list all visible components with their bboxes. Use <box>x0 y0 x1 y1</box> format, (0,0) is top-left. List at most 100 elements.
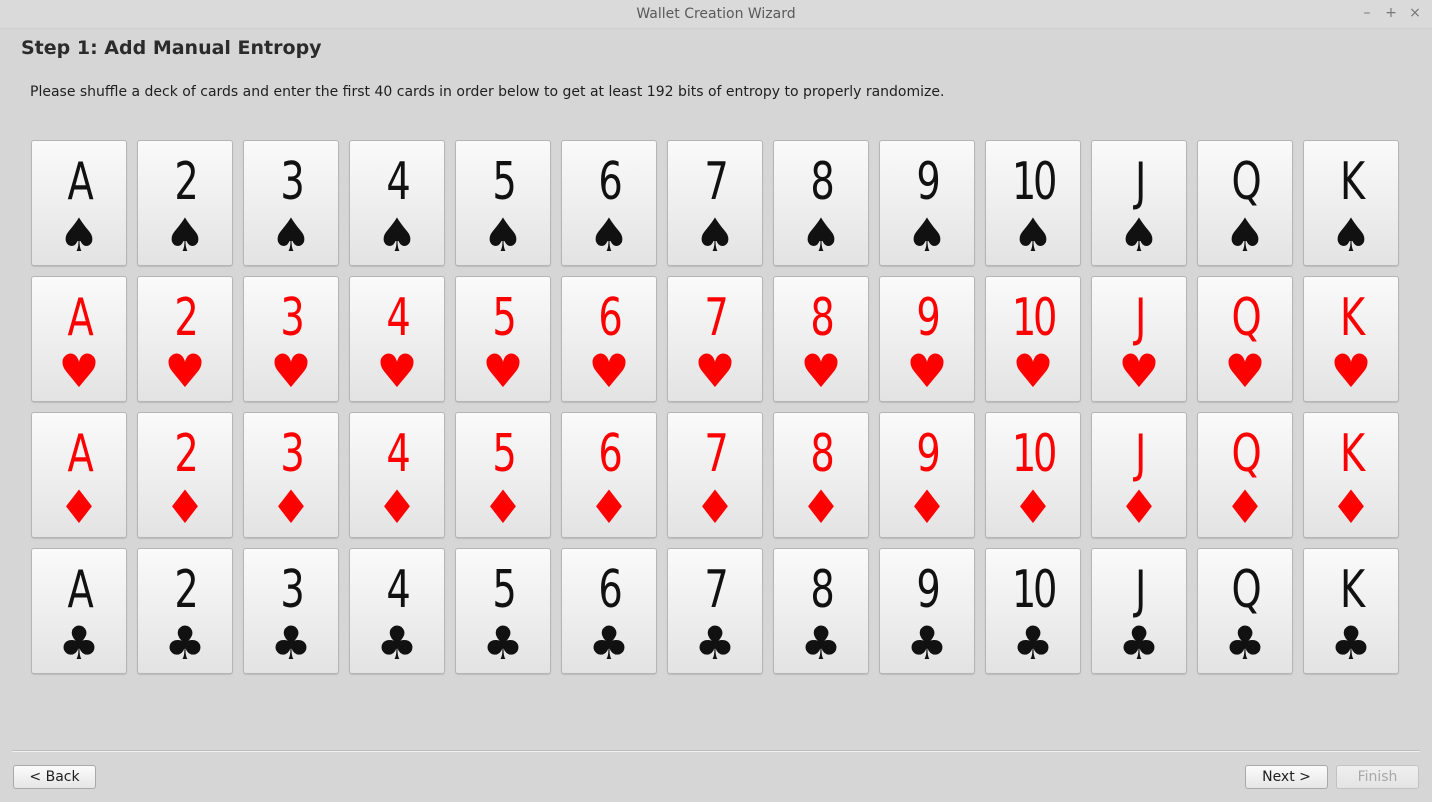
card-2-of-spades[interactable]: 2 ♠ <box>137 140 233 266</box>
card-5-of-diamonds[interactable]: 5 ♦ <box>455 412 551 538</box>
card-a-of-spades[interactable]: A ♠ <box>31 140 127 266</box>
card-rank: Q <box>1231 152 1262 212</box>
card-7-of-diamonds[interactable]: 7 ♦ <box>667 412 763 538</box>
next-button[interactable]: Next > <box>1245 765 1328 789</box>
card-rank: 8 <box>810 288 834 348</box>
card-q-of-hearts[interactable]: Q ♥ <box>1197 276 1293 402</box>
card-9-of-diamonds[interactable]: 9 ♦ <box>879 412 975 538</box>
club-suit-icon: ♣ <box>800 616 842 670</box>
card-2-of-diamonds[interactable]: 2 ♦ <box>137 412 233 538</box>
card-rank: 9 <box>916 288 940 348</box>
card-8-of-hearts[interactable]: 8 ♥ <box>773 276 869 402</box>
maximize-icon[interactable]: + <box>1384 4 1398 22</box>
spade-suit-icon: ♠ <box>1118 208 1160 262</box>
card-3-of-spades[interactable]: 3 ♠ <box>243 140 339 266</box>
card-rank: 6 <box>598 424 622 484</box>
back-button[interactable]: < Back <box>13 765 96 789</box>
card-k-of-diamonds[interactable]: K ♦ <box>1303 412 1399 538</box>
card-rank: 4 <box>386 152 410 212</box>
card-rank: 5 <box>492 152 516 212</box>
heart-suit-icon: ♥ <box>1224 344 1266 398</box>
card-a-of-clubs[interactable]: A ♣ <box>31 548 127 674</box>
card-7-of-clubs[interactable]: 7 ♣ <box>667 548 763 674</box>
card-a-of-hearts[interactable]: A ♥ <box>31 276 127 402</box>
heart-suit-icon: ♥ <box>58 344 100 398</box>
minimize-icon[interactable]: – <box>1360 4 1374 22</box>
club-suit-icon: ♣ <box>376 616 418 670</box>
club-suit-icon: ♣ <box>482 616 524 670</box>
card-2-of-clubs[interactable]: 2 ♣ <box>137 548 233 674</box>
card-10-of-hearts[interactable]: 10 ♥ <box>985 276 1081 402</box>
card-q-of-clubs[interactable]: Q ♣ <box>1197 548 1293 674</box>
heart-suit-icon: ♥ <box>694 344 736 398</box>
diamond-suit-icon: ♦ <box>58 480 100 534</box>
card-4-of-clubs[interactable]: 4 ♣ <box>349 548 445 674</box>
card-j-of-spades[interactable]: J ♠ <box>1091 140 1187 266</box>
card-rank: 2 <box>174 424 198 484</box>
card-8-of-clubs[interactable]: 8 ♣ <box>773 548 869 674</box>
spade-suit-icon: ♠ <box>1330 208 1372 262</box>
card-10-of-diamonds[interactable]: 10 ♦ <box>985 412 1081 538</box>
card-q-of-diamonds[interactable]: Q ♦ <box>1197 412 1293 538</box>
card-3-of-clubs[interactable]: 3 ♣ <box>243 548 339 674</box>
diamond-suit-icon: ♦ <box>906 480 948 534</box>
card-4-of-diamonds[interactable]: 4 ♦ <box>349 412 445 538</box>
card-2-of-hearts[interactable]: 2 ♥ <box>137 276 233 402</box>
spade-suit-icon: ♠ <box>270 208 312 262</box>
card-rank: Q <box>1231 288 1262 348</box>
card-j-of-hearts[interactable]: J ♥ <box>1091 276 1187 402</box>
card-j-of-clubs[interactable]: J ♣ <box>1091 548 1187 674</box>
spade-suit-icon: ♠ <box>58 208 100 262</box>
card-4-of-spades[interactable]: 4 ♠ <box>349 140 445 266</box>
card-rank: 3 <box>280 560 304 620</box>
card-8-of-spades[interactable]: 8 ♠ <box>773 140 869 266</box>
card-9-of-hearts[interactable]: 9 ♥ <box>879 276 975 402</box>
card-rank: 5 <box>492 560 516 620</box>
card-q-of-spades[interactable]: Q ♠ <box>1197 140 1293 266</box>
spade-suit-icon: ♠ <box>906 208 948 262</box>
card-rank: 7 <box>704 288 728 348</box>
window-controls: – + × <box>1360 4 1422 22</box>
card-6-of-spades[interactable]: 6 ♠ <box>561 140 657 266</box>
card-6-of-hearts[interactable]: 6 ♥ <box>561 276 657 402</box>
club-suit-icon: ♣ <box>164 616 206 670</box>
spade-suit-icon: ♠ <box>482 208 524 262</box>
card-7-of-hearts[interactable]: 7 ♥ <box>667 276 763 402</box>
card-4-of-hearts[interactable]: 4 ♥ <box>349 276 445 402</box>
card-rank: 8 <box>810 560 834 620</box>
card-10-of-clubs[interactable]: 10 ♣ <box>985 548 1081 674</box>
spade-suit-icon: ♠ <box>376 208 418 262</box>
card-7-of-spades[interactable]: 7 ♠ <box>667 140 763 266</box>
card-rank: K <box>1340 288 1365 348</box>
card-j-of-diamonds[interactable]: J ♦ <box>1091 412 1187 538</box>
diamond-suit-icon: ♦ <box>1118 480 1160 534</box>
club-suit-icon: ♣ <box>1012 616 1054 670</box>
card-rank: 2 <box>174 152 198 212</box>
heart-suit-icon: ♥ <box>270 344 312 398</box>
card-rank: 8 <box>810 152 834 212</box>
finish-button[interactable]: Finish <box>1336 765 1419 789</box>
card-rank: 6 <box>598 560 622 620</box>
card-rank: 4 <box>386 560 410 620</box>
card-8-of-diamonds[interactable]: 8 ♦ <box>773 412 869 538</box>
card-rank: A <box>67 424 94 484</box>
card-9-of-spades[interactable]: 9 ♠ <box>879 140 975 266</box>
card-3-of-diamonds[interactable]: 3 ♦ <box>243 412 339 538</box>
card-k-of-spades[interactable]: K ♠ <box>1303 140 1399 266</box>
card-5-of-clubs[interactable]: 5 ♣ <box>455 548 551 674</box>
card-rank: 10 <box>1011 288 1058 348</box>
card-9-of-clubs[interactable]: 9 ♣ <box>879 548 975 674</box>
card-10-of-spades[interactable]: 10 ♠ <box>985 140 1081 266</box>
card-3-of-hearts[interactable]: 3 ♥ <box>243 276 339 402</box>
card-6-of-diamonds[interactable]: 6 ♦ <box>561 412 657 538</box>
card-k-of-clubs[interactable]: K ♣ <box>1303 548 1399 674</box>
heart-suit-icon: ♥ <box>906 344 948 398</box>
card-rank: J <box>1134 560 1146 620</box>
card-5-of-spades[interactable]: 5 ♠ <box>455 140 551 266</box>
card-6-of-clubs[interactable]: 6 ♣ <box>561 548 657 674</box>
close-icon[interactable]: × <box>1408 4 1422 22</box>
card-k-of-hearts[interactable]: K ♥ <box>1303 276 1399 402</box>
card-5-of-hearts[interactable]: 5 ♥ <box>455 276 551 402</box>
spade-suit-icon: ♠ <box>694 208 736 262</box>
card-a-of-diamonds[interactable]: A ♦ <box>31 412 127 538</box>
